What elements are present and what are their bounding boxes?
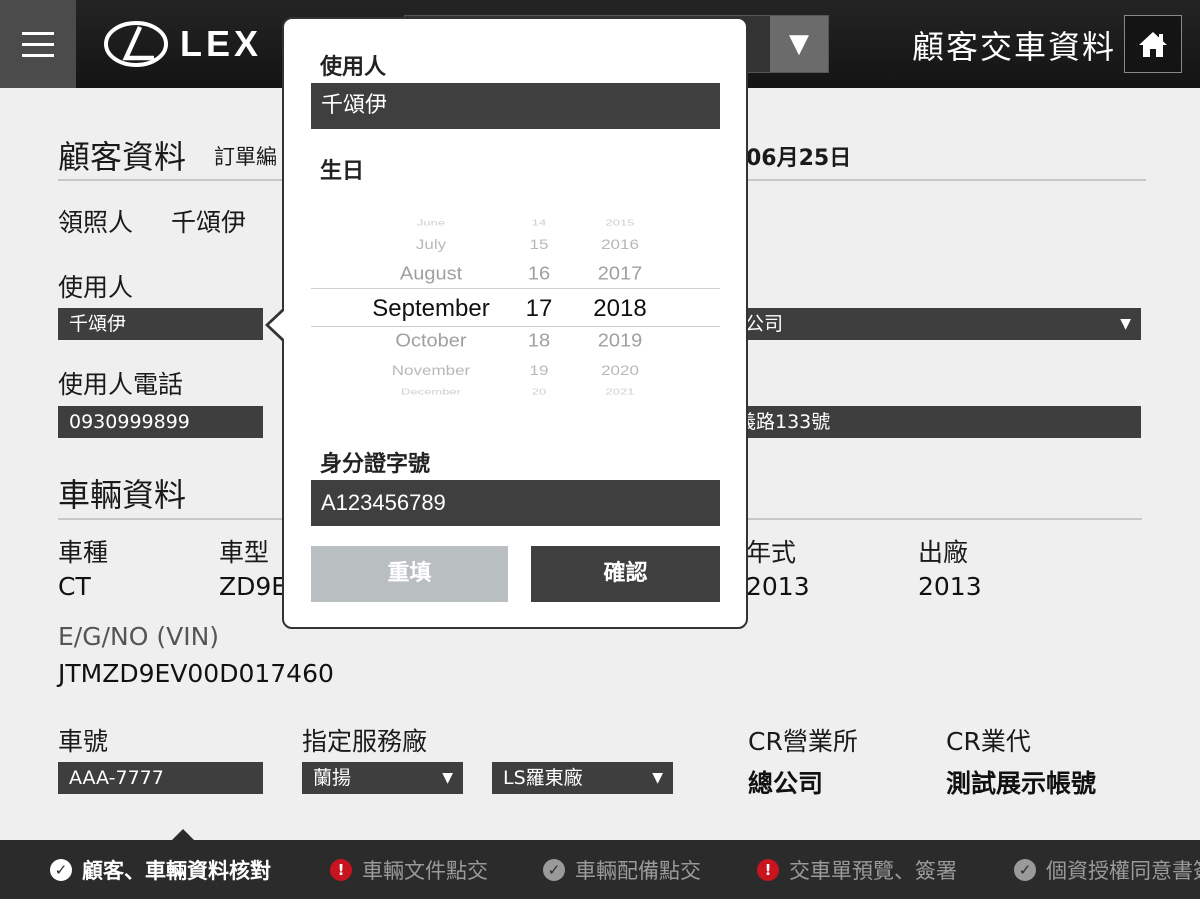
step-1[interactable]: ✓ 顧客、車輛資料核對 — [50, 840, 271, 899]
alert-circle-icon: ! — [757, 858, 779, 881]
cr-office-value: 總公司 — [748, 769, 824, 798]
picker-year-option[interactable]: 2015 — [540, 218, 700, 228]
step-5[interactable]: ✓ 個資授權同意書簽 — [1014, 840, 1200, 899]
address-field-value: 義路133號 — [737, 411, 831, 433]
company-select-value: 公司 — [745, 313, 784, 335]
brand-text: LEX — [180, 23, 263, 64]
service-factory-select[interactable]: LS羅東廠 ▼ — [492, 762, 673, 794]
model-year-label: 年式 — [746, 538, 797, 567]
service-region-select[interactable]: 蘭揚 ▼ — [302, 762, 463, 794]
user-label: 使用人 — [58, 273, 134, 302]
user-edit-popover: 使用人 千頌伊 生日 June July August September Octobe… — [282, 17, 748, 629]
picker-year-option[interactable]: 2019 — [540, 331, 700, 352]
phone-label: 使用人電話 — [58, 370, 184, 399]
plate-field-value: AAA-7777 — [69, 767, 164, 789]
cr-agent-label: CR業代 — [946, 727, 1031, 756]
licensee-value: 千頌伊 — [171, 208, 247, 237]
vin-value: JTMZD9EV00D017460 — [58, 659, 334, 688]
chevron-down-icon: ▼ — [652, 770, 663, 786]
service-region-value: 蘭揚 — [313, 767, 352, 789]
step-label: 交車單預覽、簽署 — [789, 858, 957, 883]
cr-agent-value: 測試展示帳號 — [946, 769, 1097, 798]
lexus-logo: LEX — [104, 20, 262, 68]
step-label: 車輛配備點交 — [575, 858, 701, 883]
model-year-value: 2013 — [746, 572, 810, 601]
phone-field-value: 0930999899 — [69, 411, 190, 433]
check-circle-icon: ✓ — [543, 858, 565, 881]
licensee-label: 領照人 — [58, 208, 134, 237]
order-number-label: 訂單編 — [214, 145, 277, 169]
cr-office-label: CR營業所 — [748, 727, 858, 756]
user-field[interactable]: 千頌伊 — [58, 308, 263, 340]
lexus-emblem-icon — [104, 21, 168, 67]
vehicle-kind-label: 車種 — [58, 538, 109, 567]
chevron-down-icon: ▼ — [442, 770, 453, 786]
popover-id-label: 身分證字號 — [320, 452, 431, 477]
step-progress-bar: ✓ 顧客、車輛資料核對! 車輛文件點交 ✓ 車輛配備點交! 交車單預覽、簽署 ✓ 個資授權同意… — [0, 840, 1200, 899]
phone-field[interactable]: 0930999899 — [58, 406, 263, 438]
picker-year-option[interactable]: 2021 — [540, 387, 700, 397]
step-3[interactable]: ✓ 車輛配備點交 — [543, 840, 701, 899]
service-factory-value: LS羅東廠 — [503, 767, 583, 789]
picker-year-option[interactable]: 2018 — [540, 295, 700, 323]
factory-year-label: 出廠 — [918, 538, 969, 567]
step-4[interactable]: ! 交車單預覽、簽署 — [757, 840, 957, 899]
alert-circle-icon: ! — [330, 858, 352, 881]
order-date: 06月25日 — [746, 146, 852, 171]
popover-user-label: 使用人 — [320, 55, 387, 80]
vehicle-model-value: ZD9E — [219, 572, 288, 601]
check-circle-icon: ✓ — [50, 858, 72, 881]
vehicle-kind-value: CT — [58, 572, 91, 601]
company-select[interactable]: 公司 ▼ — [737, 308, 1141, 340]
popover-user-input[interactable]: 千頌伊 — [311, 83, 720, 129]
step-label: 車輛文件點交 — [362, 858, 488, 883]
address-field[interactable]: 義路133號 — [737, 406, 1141, 438]
popover-birthday-label: 生日 — [320, 159, 365, 184]
customer-section-title: 顧客資料 — [58, 138, 187, 176]
user-field-value: 千頌伊 — [69, 313, 127, 335]
active-step-indicator — [172, 829, 194, 840]
picker-year-option[interactable]: 2016 — [540, 237, 700, 253]
popover-pointer-fill — [269, 310, 285, 340]
chevron-down-icon: ▼ — [1120, 316, 1131, 332]
step-label: 個資授權同意書簽 — [1046, 858, 1200, 883]
service-factory-label: 指定服務廠 — [302, 727, 428, 756]
picker-year-option[interactable]: 2017 — [540, 264, 700, 285]
step-2[interactable]: ! 車輛文件點交 — [330, 840, 488, 899]
step-label: 顧客、車輛資料核對 — [82, 858, 271, 883]
vehicle-section-title: 車輛資料 — [58, 476, 187, 514]
check-circle-icon: ✓ — [1014, 858, 1036, 881]
home-icon — [1139, 32, 1167, 57]
plate-field[interactable]: AAA-7777 — [58, 762, 263, 794]
plate-label: 車號 — [58, 727, 109, 756]
picker-year-option[interactable]: 2020 — [540, 363, 700, 379]
birthday-date-picker[interactable]: June July August September October November De… — [311, 211, 720, 411]
home-button[interactable] — [1124, 15, 1182, 73]
reset-button[interactable]: 重填 — [311, 546, 508, 602]
factory-year-value: 2013 — [918, 572, 982, 601]
vehicle-model-label: 車型 — [219, 538, 270, 567]
page-title: 顧客交車資料 — [912, 28, 1117, 66]
menu-button[interactable] — [0, 0, 76, 88]
confirm-button[interactable]: 確認 — [531, 546, 720, 602]
dropdown-arrow-icon[interactable]: ▼ — [770, 16, 828, 72]
vin-label: E/G/NO (VIN) — [58, 622, 220, 651]
popover-id-input[interactable]: A123456789 — [311, 480, 720, 526]
